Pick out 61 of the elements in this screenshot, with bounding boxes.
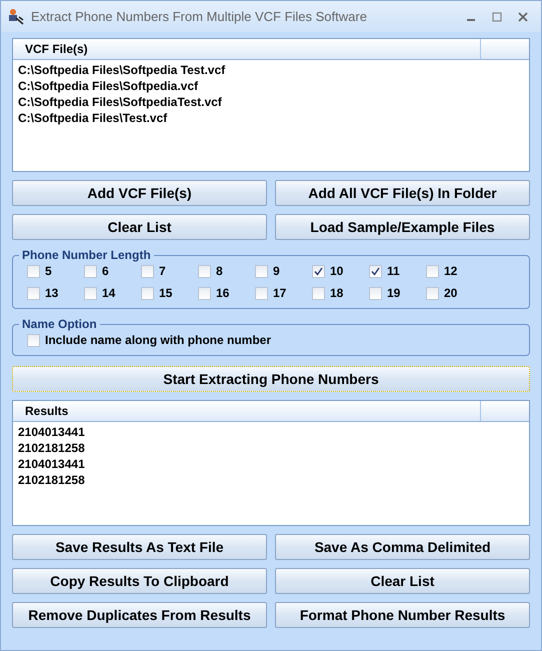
length-checkbox[interactable]: 18 (312, 286, 369, 300)
action-button[interactable]: Add All VCF File(s) In Folder (275, 180, 530, 206)
checkbox-box[interactable] (84, 286, 97, 300)
checkbox-box[interactable] (198, 286, 211, 300)
file-list[interactable]: VCF File(s) C:\Softpedia Files\Softpedia Test.vcf C:\Softpedia Files\Softpedia.vcf C:\Softpedia Files\SoftpediaTest.vcf C:\Softpedia Files\Test.vcf (12, 38, 530, 172)
list-row[interactable]: 2104013441 (13, 424, 529, 440)
length-checkbox[interactable]: 16 (198, 286, 255, 300)
action-button[interactable]: Clear List (12, 214, 267, 240)
checkbox-box[interactable] (426, 264, 439, 278)
length-checkbox[interactable]: 11 (369, 264, 426, 278)
length-checkbox[interactable]: 8 (198, 264, 255, 278)
list-row[interactable]: 2102181258 (13, 440, 529, 456)
length-checkbox[interactable]: 13 (27, 286, 84, 300)
length-checkbox[interactable]: 17 (255, 286, 312, 300)
checkbox-box[interactable] (141, 286, 154, 300)
close-icon[interactable] (517, 10, 529, 22)
window-title: Extract Phone Numbers From Multiple VCF Files Software (31, 9, 368, 24)
start-button[interactable]: Start Extracting Phone Numbers (12, 366, 530, 392)
action-button[interactable]: Add VCF File(s) (12, 180, 267, 206)
length-checkbox[interactable]: 7 (141, 264, 198, 278)
length-checkbox[interactable]: 15 (141, 286, 198, 300)
action-button[interactable]: Save Results As Text File (12, 534, 267, 560)
checkbox-box[interactable] (141, 264, 154, 278)
list-row[interactable]: 2102181258 (13, 472, 529, 488)
length-checkbox[interactable]: 6 (84, 264, 141, 278)
maximize-icon[interactable] (491, 10, 503, 22)
checkbox-box[interactable] (369, 286, 382, 300)
checkbox-box[interactable] (369, 264, 382, 278)
length-checkbox[interactable]: 20 (426, 286, 483, 300)
action-button[interactable]: Save As Comma Delimited (275, 534, 530, 560)
checkbox-box[interactable] (255, 264, 268, 278)
action-button[interactable]: Load Sample/Example Files (275, 214, 530, 240)
action-button[interactable]: Remove Duplicates From Results (12, 602, 267, 628)
checkbox-box[interactable] (27, 334, 40, 346)
length-checkbox[interactable]: 5 (27, 264, 84, 278)
checkbox-box[interactable] (27, 264, 40, 278)
app-icon (7, 8, 25, 26)
checkbox-box[interactable] (426, 286, 439, 300)
length-checkbox[interactable]: 12 (426, 264, 483, 278)
list-row[interactable]: C:\Softpedia Files\Softpedia.vcf (13, 78, 529, 94)
group-title: Phone Number Length (21, 248, 152, 262)
group-title: Name Option (21, 317, 98, 331)
list-row[interactable]: C:\Softpedia Files\SoftpediaTest.vcf (13, 94, 529, 110)
checkbox-box[interactable] (312, 286, 325, 300)
length-checkbox[interactable]: 14 (84, 286, 141, 300)
results-list[interactable]: Results 2104013441 2102181258 2104013441 2102181258 (12, 400, 530, 526)
list-row[interactable]: 2104013441 (13, 456, 529, 472)
list-row[interactable]: C:\Softpedia Files\Test.vcf (13, 110, 529, 126)
checkbox-box[interactable] (84, 264, 97, 278)
length-checkbox[interactable]: 19 (369, 286, 426, 300)
action-button[interactable]: Format Phone Number Results (275, 602, 530, 628)
name-checkbox[interactable]: Include name along with phone number (27, 333, 517, 347)
list-row[interactable]: C:\Softpedia Files\Softpedia Test.vcf (13, 62, 529, 78)
action-button[interactable]: Clear List (275, 568, 530, 594)
length-checkbox[interactable]: 10 (312, 264, 369, 278)
checkbox-box[interactable] (198, 264, 211, 278)
length-checkbox[interactable]: 9 (255, 264, 312, 278)
action-button[interactable]: Copy Results To Clipboard (12, 568, 267, 594)
checkbox-box[interactable] (312, 264, 325, 278)
checkbox-box[interactable] (27, 286, 40, 300)
checkbox-box[interactable] (255, 286, 268, 300)
